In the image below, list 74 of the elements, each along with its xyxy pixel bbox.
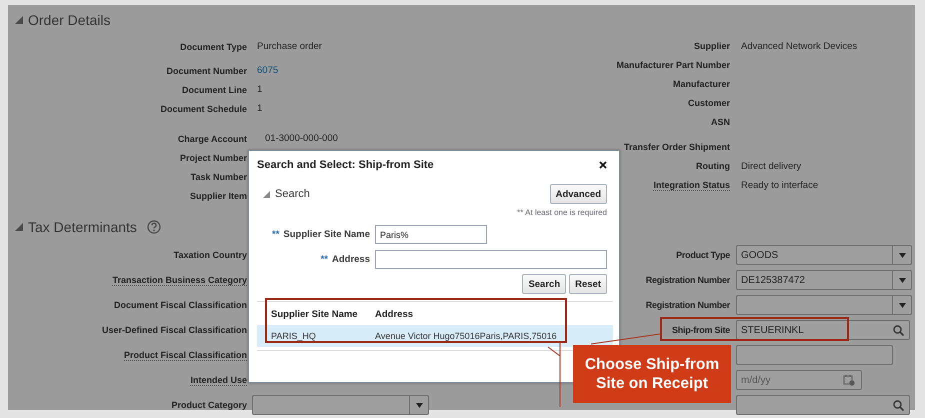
field-label: Product Category (171, 400, 247, 410)
field-label: ASN (710, 117, 730, 127)
field-label: Address (332, 254, 370, 265)
section-title: Tax Determinants (28, 219, 137, 235)
dialog-title: Search and Select: Ship-from Site (257, 159, 434, 171)
field-label: Charge Account (176, 134, 247, 144)
field-label: Registration Number (646, 300, 730, 310)
field-label: Customer (688, 98, 730, 108)
search-button[interactable]: Search (522, 274, 566, 294)
table-cell-text: PARIS_HQ (270, 331, 317, 341)
field-label: Supplier Site Name (283, 229, 370, 240)
dropdown-arrow-icon (898, 278, 906, 282)
search-field[interactable] (736, 395, 910, 415)
search-icon[interactable] (893, 400, 904, 410)
reset-button[interactable]: Reset (569, 274, 607, 294)
search-icon[interactable] (893, 324, 904, 336)
field-value: Advanced Network Devices (741, 41, 858, 52)
field-value: 01-3000-000-000 (265, 133, 338, 144)
field-label: Manufacturer (672, 79, 730, 89)
field-label: Ship-from Site (672, 324, 730, 334)
table-row[interactable]: PARIS_HQ Avenue Victor Hugo75016Paris,PARIS,75016 (257, 325, 613, 347)
field-label: Taxation Country (174, 250, 247, 260)
calendar-icon[interactable] (843, 374, 855, 386)
dropdown-arrow-icon (898, 302, 906, 308)
field-value: Ready to interface (741, 180, 818, 191)
section-title: Order Details (28, 12, 110, 28)
text-field[interactable] (736, 345, 893, 365)
field-label: Document Fiscal Classification (114, 300, 247, 310)
field-value: Direct delivery (741, 161, 802, 172)
dropdown-field[interactable] (252, 395, 429, 415)
dropdown-arrow-icon (898, 252, 906, 258)
field-label: Transaction Business Category (112, 274, 247, 286)
input-field[interactable] (375, 250, 607, 269)
required-note: ** At least one is required (516, 208, 607, 219)
field-label: Task Number (190, 172, 247, 182)
field-value: 1 (257, 103, 262, 114)
column-header: Address (375, 308, 414, 320)
field-label: User-Defined Fiscal Classification (102, 325, 247, 335)
field-label: Document Number (165, 66, 247, 76)
required-marker: ** (272, 229, 280, 240)
field-label: Project Number (178, 152, 247, 162)
required-marker: ** (320, 254, 328, 265)
field-label: Transfer Order Shipment (624, 142, 730, 152)
field-label: Supplier (694, 41, 730, 51)
help-icon[interactable] (146, 220, 161, 234)
field-label: Manufacturer Part Number (616, 60, 730, 70)
field-label: Integration Status (653, 180, 730, 191)
field-value: Purchase order (257, 41, 322, 52)
leader-line (590, 334, 660, 344)
dropdown-field[interactable]: GOODS (736, 245, 912, 265)
table-cell: Avenue Victor Hugo75016Paris,PARIS,75016 (375, 331, 557, 341)
field-label: Product Type (676, 250, 730, 260)
input-field[interactable]: Paris% (375, 225, 487, 244)
field-label: Document Type (179, 42, 247, 52)
collapse-triangle-icon[interactable] (263, 190, 270, 198)
field-label: Supplier Item (188, 190, 247, 200)
dropdown-field[interactable]: DE125387472 (736, 270, 912, 290)
dropdown-arrow-icon (416, 402, 422, 408)
field-label: Registration Number (646, 274, 730, 284)
dropdown-field[interactable] (736, 295, 912, 315)
close-icon[interactable] (599, 161, 607, 169)
section-title: Search (275, 188, 310, 200)
field-label: Product Fiscal Classification (124, 350, 247, 360)
search-field[interactable]: STEUERINKL (736, 320, 910, 340)
advanced-button[interactable]: Advanced (550, 184, 607, 204)
field-label: Document Schedule (159, 104, 247, 114)
callout-box: Choose Ship-from Site on Receipt (573, 345, 731, 403)
collapse-triangle-icon[interactable] (15, 16, 23, 24)
field-label: Routing (696, 161, 730, 171)
field-label: Intended Use (190, 374, 247, 386)
field-label: Document Line (180, 84, 247, 94)
field-value: 1 (257, 84, 262, 95)
column-header: Supplier Site Name (270, 308, 359, 320)
collapse-triangle-icon[interactable] (15, 223, 23, 231)
